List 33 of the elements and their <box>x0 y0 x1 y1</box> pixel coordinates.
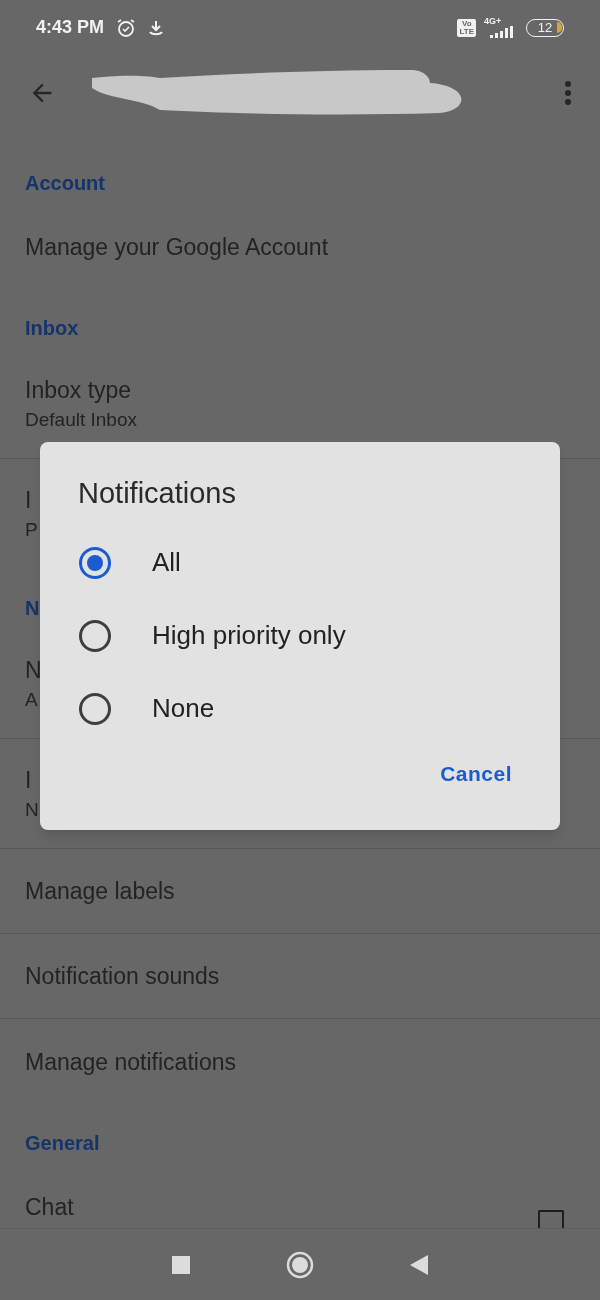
dialog-title: Notifications <box>77 476 237 511</box>
setting-title[interactable]: Chat <box>25 1192 74 1221</box>
setting-title[interactable]: Inbox type <box>25 375 132 404</box>
radio-button[interactable] <box>78 691 112 726</box>
option-label[interactable]: All <box>152 543 181 582</box>
cancel-button[interactable]: Cancel <box>432 750 520 798</box>
section-header: N <box>25 596 40 621</box>
download-icon <box>148 19 165 36</box>
section-header: Inbox <box>25 316 79 341</box>
setting-title[interactable]: I <box>25 486 32 514</box>
more-options-icon[interactable] <box>564 79 572 106</box>
setting-summary: Default Inbox <box>25 407 137 432</box>
home-circle-icon[interactable] <box>286 1250 314 1279</box>
square-icon[interactable] <box>172 1255 190 1274</box>
setting-title[interactable]: Manage labels <box>25 877 175 905</box>
volte-badge: Vo LTE <box>457 18 476 37</box>
setting-title[interactable]: Manage your Google Account <box>25 232 329 261</box>
status-time: 4:43 PM <box>36 16 105 39</box>
setting-summary: A <box>25 687 38 712</box>
radio-button[interactable] <box>78 545 112 580</box>
section-header: General <box>25 1131 100 1156</box>
setting-summary: P <box>25 518 38 542</box>
option-label[interactable]: None <box>152 689 215 728</box>
network-type: 4G+ <box>484 17 502 26</box>
section-header: Account <box>25 171 105 196</box>
setting-summary: N <box>25 797 39 822</box>
back-triangle-icon[interactable] <box>410 1254 428 1275</box>
setting-title[interactable]: I <box>25 765 32 794</box>
setting-title[interactable]: Notification sounds <box>25 962 220 990</box>
alarm-clock-icon <box>116 17 137 38</box>
radio-button[interactable] <box>78 618 112 653</box>
setting-title[interactable]: Manage notifications <box>25 1047 236 1076</box>
option-label[interactable]: High priority only <box>152 616 346 655</box>
